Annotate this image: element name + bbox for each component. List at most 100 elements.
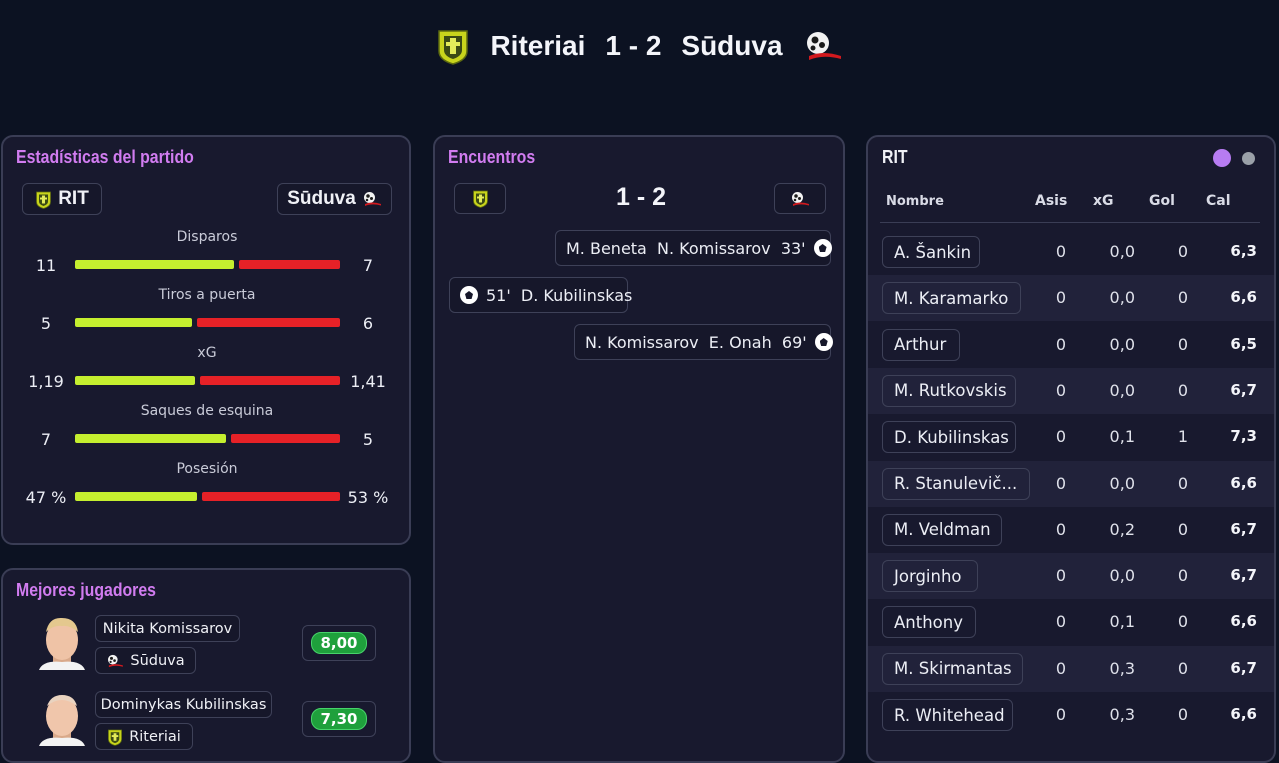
- suduva-crest-icon: [362, 191, 382, 207]
- player-goals: 0: [1177, 519, 1188, 539]
- player-row[interactable]: Arthur 0 0,0 0 6,5: [868, 322, 1274, 368]
- events-panel: Encuentros 1 - 2 M. Beneta N. Komissarov…: [433, 135, 845, 763]
- stat-home-value: 47 %: [25, 488, 67, 507]
- away-team-chip[interactable]: Sūduva: [277, 183, 392, 215]
- player-rating: 6,6: [1230, 612, 1257, 631]
- player-rating: 6,3: [1230, 242, 1257, 260]
- stat-away-value: 5: [362, 430, 374, 449]
- player-team-chip[interactable]: Sūduva: [95, 647, 196, 674]
- home-team-abbr: RIT: [58, 188, 89, 209]
- player-name-chip[interactable]: D. Kubilinskas: [882, 421, 1016, 454]
- player-rating: 6,7: [1230, 519, 1257, 538]
- column-header-name[interactable]: Nombre: [886, 194, 944, 209]
- rating-badge: 8,00: [311, 632, 367, 654]
- stat-label: Posesión: [176, 461, 238, 477]
- page-dot-active[interactable]: [1213, 149, 1231, 167]
- player-rating: 7,30: [302, 701, 376, 737]
- player-goals: 0: [1177, 242, 1188, 261]
- suduva-crest-icon: [803, 30, 843, 62]
- event-text: 51' D. Kubilinskas: [486, 285, 633, 305]
- player-row[interactable]: R. Stanulevič... 0 0,0 0 6,6: [868, 460, 1274, 507]
- player-row[interactable]: M. Veldman 0 0,2 0 6,7: [868, 507, 1274, 553]
- player-name-chip[interactable]: R. Whitehead: [882, 699, 1013, 731]
- player-rating: 6,7: [1230, 658, 1257, 677]
- stat-label: Saques de esquina: [140, 403, 274, 419]
- away-team-chip[interactable]: [774, 183, 826, 214]
- stat-label: Tiros a puerta: [158, 287, 256, 303]
- player-name-chip[interactable]: Nikita Komissarov: [95, 615, 240, 642]
- player-xg: 0,3: [1109, 705, 1135, 724]
- stat-home-value: 5: [40, 314, 52, 333]
- player-assists: 0: [1055, 705, 1066, 724]
- player-xg: 0,0: [1109, 288, 1135, 308]
- player-row[interactable]: M. Skirmantas 0 0,3 0 6,7: [868, 645, 1274, 692]
- player-row[interactable]: A. Šankin 0 0,0 0 6,3: [868, 229, 1274, 275]
- player-goals: 0: [1177, 288, 1188, 308]
- event-text: N. Komissarov E. Onah 69': [585, 332, 807, 352]
- player-assists: 0: [1055, 473, 1066, 493]
- stat-home-bar: [75, 492, 197, 501]
- player-name-chip[interactable]: M. Skirmantas: [882, 652, 1023, 685]
- goal-event[interactable]: M. Beneta N. Komissarov 33': [555, 230, 832, 266]
- match-stats-panel: Estadísticas del partido RIT Sūduva Disp…: [1, 135, 411, 545]
- stat-home-bar: [75, 376, 195, 385]
- match-score: 1 - 2: [605, 30, 662, 61]
- panel-title: Estadísticas del partido: [16, 147, 194, 167]
- riteriai-crest-icon: [436, 27, 470, 65]
- player-name-chip[interactable]: Arthur: [882, 328, 960, 361]
- player-row[interactable]: Jorginho 0 0,0 0 6,7: [868, 553, 1274, 600]
- event-text: M. Beneta N. Komissarov 33': [566, 238, 806, 258]
- player-photo-avatar: [39, 695, 85, 746]
- player-assists: 0: [1055, 427, 1066, 447]
- column-header-goals[interactable]: Gol: [1149, 193, 1175, 209]
- away-team-name: Sūduva: [681, 30, 783, 61]
- player-team: Riteriai: [129, 728, 181, 745]
- scoreline: Riteriai 1 - 2 Sūduva: [490, 30, 782, 62]
- stat-away-bar: [200, 376, 340, 385]
- column-header-assists[interactable]: Asis: [1035, 193, 1067, 209]
- column-header-rating[interactable]: Cal: [1206, 193, 1231, 209]
- player-name-chip[interactable]: R. Stanulevič...: [882, 467, 1030, 500]
- lineup-team-title: RIT: [882, 147, 908, 167]
- player-team-chip[interactable]: Riteriai: [95, 723, 193, 750]
- player-row[interactable]: R. Whitehead 0 0,3 0 6,6: [868, 692, 1274, 738]
- player-name-chip[interactable]: M. Veldman: [882, 513, 1002, 546]
- player-row[interactable]: Anthony 0 0,1 0 6,6: [868, 599, 1274, 645]
- stat-away-bar: [239, 260, 340, 269]
- player-rating: 7,3: [1230, 427, 1257, 446]
- panel-title: Encuentros: [448, 147, 536, 167]
- player-name-chip[interactable]: M. Karamarko: [882, 282, 1021, 315]
- player-assists: 0: [1055, 519, 1066, 539]
- player-xg: 0,1: [1109, 612, 1135, 632]
- home-team-chip[interactable]: RIT: [22, 183, 102, 215]
- player-xg: 0,0: [1109, 380, 1135, 400]
- player-name-chip[interactable]: Dominykas Kubilinskas: [95, 691, 272, 718]
- player-xg: 0,0: [1109, 242, 1135, 261]
- player-name-chip[interactable]: A. Šankin: [882, 236, 980, 268]
- soccer-ball-icon: [813, 239, 832, 257]
- player-xg: 0,1: [1109, 427, 1135, 447]
- stat-away-value: 53 %: [347, 488, 389, 507]
- player-name: Dominykas Kubilinskas: [100, 696, 267, 713]
- column-header-xg[interactable]: xG: [1093, 193, 1114, 209]
- player-goals: 0: [1177, 334, 1188, 354]
- player-photo-avatar: [39, 617, 85, 670]
- page-dot[interactable]: [1242, 152, 1255, 165]
- lineup-panel: RIT Nombre Asis xG Gol Cal A. Šankin 0 0…: [866, 135, 1276, 763]
- player-row[interactable]: M. Rutkovskis 0 0,0 0 6,7: [868, 367, 1274, 414]
- stat-away-value: 7: [362, 256, 374, 275]
- goal-event[interactable]: N. Komissarov E. Onah 69': [574, 324, 833, 360]
- player-name-chip[interactable]: Jorginho: [882, 560, 978, 593]
- goal-event[interactable]: 51' D. Kubilinskas: [449, 277, 632, 313]
- player-xg: 0,0: [1109, 473, 1135, 493]
- player-row[interactable]: D. Kubilinskas 0 0,1 1 7,3: [868, 414, 1274, 460]
- player-name-chip[interactable]: M. Rutkovskis: [882, 374, 1016, 407]
- player-xg: 0,2: [1109, 519, 1135, 539]
- player-row[interactable]: M. Karamarko 0 0,0 0 6,6: [868, 275, 1274, 322]
- panel-title: Mejores jugadores: [16, 580, 156, 600]
- stat-away-bar: [231, 434, 340, 443]
- player-name-chip[interactable]: Anthony: [882, 606, 976, 639]
- player-name: Nikita Komissarov: [102, 620, 233, 637]
- stat-away-value: 6: [362, 314, 374, 333]
- player-assists: 0: [1055, 658, 1066, 678]
